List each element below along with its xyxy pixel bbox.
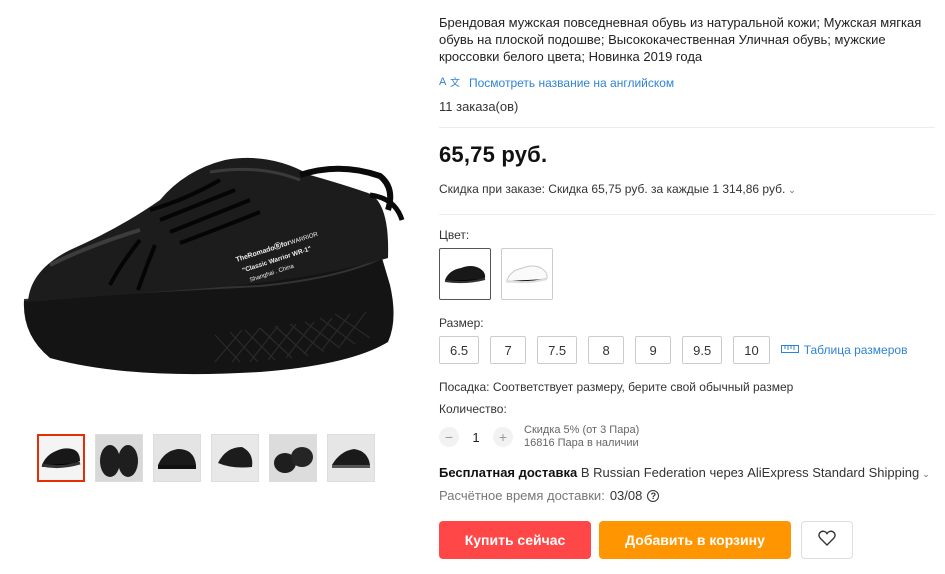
size-label: Размер: [439, 316, 484, 330]
quantity-plus-button[interactable]: + [493, 427, 513, 447]
thumbnail-4[interactable] [211, 434, 259, 482]
thumbnail-strip [37, 434, 375, 482]
color-option-black[interactable] [439, 248, 491, 300]
shipping-details: В Russian Federation через AliExpress St… [580, 465, 920, 480]
svg-text:文: 文 [450, 76, 460, 88]
black-sneaker-image: TheRomadoⓇfor WARRIOR "Classic Warrior W… [23, 157, 405, 375]
chevron-down-icon: ⌄ [788, 185, 796, 195]
size-option[interactable]: 9.5 [682, 336, 723, 364]
ruler-icon [780, 343, 799, 357]
size-option[interactable]: 6.5 [439, 336, 480, 364]
order-discount[interactable]: Скидка при заказе: Скидка 65,75 руб. за … [439, 182, 939, 196]
delivery-estimate-label: Расчётное время доставки: [439, 488, 605, 503]
product-price: 65,75 руб. [439, 142, 548, 167]
product-info: Брендовая мужская повседневная обувь из … [439, 14, 939, 559]
translate-link[interactable]: A文 Посмотреть название на английском [439, 74, 939, 91]
buy-now-button[interactable]: Купить сейчас [439, 521, 591, 559]
translate-link-label: Посмотреть название на английском [469, 75, 675, 90]
size-option[interactable]: 7 [490, 336, 527, 364]
wishlist-button[interactable] [801, 521, 853, 559]
size-table-label: Таблица размеров [803, 343, 908, 357]
quantity-label: Количество: [439, 402, 507, 416]
chevron-down-icon: ⌄ [922, 469, 930, 479]
quantity-value[interactable]: 1 [459, 430, 493, 445]
size-options: 6.5 7 7.5 8 9 9.5 10 Таблица размеров [439, 336, 939, 364]
fit-note: Посадка: Соответствует размеру, берите с… [439, 380, 794, 394]
quantity-minus-button[interactable]: − [439, 427, 459, 447]
shipping-info[interactable]: Бесплатная доставка В Russian Federation… [439, 465, 939, 480]
color-label: Цвет: [439, 228, 470, 242]
stock-note: 16816 Пара в наличии [524, 437, 639, 449]
heart-icon [818, 530, 836, 551]
thumbnail-3[interactable] [153, 434, 201, 482]
size-table-link[interactable]: Таблица размеров [780, 343, 908, 357]
quantity-stepper: − 1 + Скидка 5% (от 3 Пара) 16816 Пара в… [439, 424, 939, 450]
add-to-cart-button[interactable]: Добавить в корзину [599, 521, 791, 559]
thumbnail-2[interactable] [95, 434, 143, 482]
order-discount-text: Скидка при заказе: Скидка 65,75 руб. за … [439, 182, 786, 196]
bulk-discount-note: Скидка 5% (от 3 Пара) [524, 424, 640, 436]
size-option[interactable]: 7.5 [537, 336, 578, 364]
action-buttons: Купить сейчас Добавить в корзину [439, 521, 939, 559]
divider [439, 127, 935, 128]
thumbnail-5[interactable] [269, 434, 317, 482]
quantity-notes: Скидка 5% (от 3 Пара) 16816 Пара в налич… [524, 424, 639, 450]
size-option[interactable]: 9 [635, 336, 672, 364]
color-option-white[interactable] [501, 248, 553, 300]
divider [439, 214, 935, 215]
svg-text:A: A [439, 76, 447, 88]
delivery-estimate-date: 03/08 [609, 488, 643, 503]
translate-icon: A文 [439, 74, 461, 91]
size-option[interactable]: 10 [733, 336, 770, 364]
question-icon[interactable]: ? [647, 489, 660, 502]
thumbnail-6[interactable] [327, 434, 375, 482]
free-shipping-label: Бесплатная доставка [439, 465, 578, 480]
thumbnail-1[interactable] [37, 434, 85, 482]
order-count: 11 заказа(ов) [439, 99, 519, 114]
product-title: Брендовая мужская повседневная обувь из … [439, 15, 922, 64]
color-options [439, 248, 939, 300]
main-product-image[interactable]: TheRomadoⓇfor WARRIOR "Classic Warrior W… [10, 80, 410, 400]
size-option[interactable]: 8 [588, 336, 625, 364]
delivery-estimate: Расчётное время доставки: 03/08 ? [439, 488, 939, 503]
